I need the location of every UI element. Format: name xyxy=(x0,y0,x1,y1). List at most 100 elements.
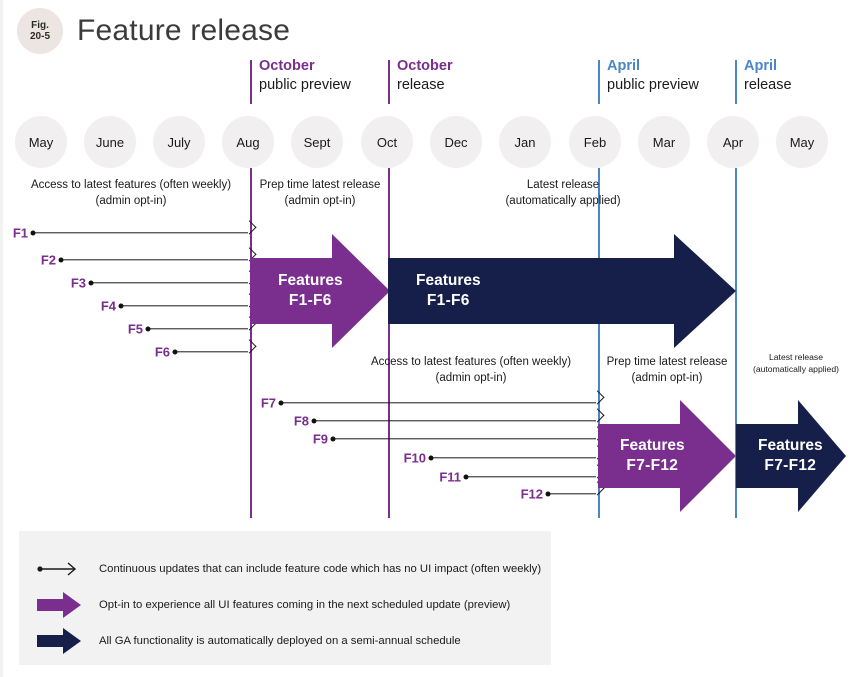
caption-line2: (automatically applied) xyxy=(753,363,839,374)
feature-row-f7: F7 xyxy=(261,390,605,411)
feature-start-dot-icon xyxy=(330,436,336,442)
month-circle-feb-8: Feb xyxy=(569,116,621,168)
cap-band2-prep: Prep time latest release (admin opt-in) xyxy=(604,355,730,386)
caption-line1: Access to latest features (often weekly) xyxy=(370,356,572,368)
caption-line2: (admin opt-in) xyxy=(435,371,507,384)
feature-row-f12: F12 xyxy=(521,481,605,502)
block-arrow-label: Features F7-F12 xyxy=(620,436,685,476)
feature-row-f11: F11 xyxy=(439,464,605,485)
block-arrow-navy-icon xyxy=(37,627,89,655)
milestone-label: October public preview xyxy=(259,57,351,94)
caption-line2: (admin opt-in) xyxy=(284,194,356,207)
feature-start-dot-icon xyxy=(278,400,284,406)
block-arrow-line1: Features xyxy=(758,436,823,454)
caption-line1: Prep time latest release xyxy=(259,179,381,191)
caption-line2: (admin opt-in) xyxy=(631,371,703,384)
feature-arrow-line-icon xyxy=(175,351,248,353)
figure-canvas: Fig. 20-5 Feature release October public … xyxy=(0,0,859,677)
milestone-line2: public preview xyxy=(607,76,699,93)
feature-arrow-line-icon xyxy=(61,259,248,261)
feature-arrow-line-icon xyxy=(333,438,596,440)
month-circle-dec-6: Dec xyxy=(430,116,482,168)
feature-label-f2: F2 xyxy=(40,252,56,268)
feature-arrow-line-icon xyxy=(91,282,248,284)
legend: Continuous updates that can include feat… xyxy=(19,531,551,665)
feature-row-f6: F6 xyxy=(155,339,257,360)
feature-row-f4: F4 xyxy=(101,293,257,314)
feature-start-dot-icon xyxy=(172,349,178,355)
caption-line2: (admin opt-in) xyxy=(95,194,167,207)
page-title: Feature release xyxy=(77,14,291,47)
legend-item-text: Continuous updates that can include feat… xyxy=(99,563,542,575)
milestone-label: October release xyxy=(397,57,453,94)
caption-line1: Latest release xyxy=(769,352,823,362)
feature-start-dot-icon xyxy=(58,257,64,263)
cap-band2-access: Access to latest features (often weekly)… xyxy=(361,355,581,386)
month-circle-may-0: May xyxy=(15,116,67,168)
block-arrow-line2: F7-F12 xyxy=(626,457,679,474)
arrow-release-f7-f12: Features F7-F12 xyxy=(736,400,846,512)
feature-row-f8: F8 xyxy=(294,408,605,429)
feature-label-f9: F9 xyxy=(312,431,328,447)
cap-band1-access: Access to latest features (often weekly)… xyxy=(21,178,241,209)
arrow-preview-f1-f6: Features F1-F6 xyxy=(250,234,390,348)
feature-start-dot-icon xyxy=(118,303,124,309)
block-arrow-line1: Features xyxy=(416,271,481,289)
feature-label-f7: F7 xyxy=(260,395,276,411)
month-circle-june-1: June xyxy=(84,116,136,168)
feature-label-f5: F5 xyxy=(127,321,143,337)
feature-start-dot-icon xyxy=(88,280,94,286)
block-arrow-line2: F7-F12 xyxy=(764,457,817,474)
cap-band1-latest: Latest release (automatically applied) xyxy=(493,178,633,209)
feature-label-f1: F1 xyxy=(12,225,28,241)
milestone-tick-icon xyxy=(735,60,737,104)
figure-number-badge: Fig. 20-5 xyxy=(17,8,63,54)
feature-label-f11: F11 xyxy=(439,469,461,485)
month-circle-mar-9: Mar xyxy=(638,116,690,168)
legend-item-3: All GA functionality is automatically de… xyxy=(19,627,551,655)
feature-start-dot-icon xyxy=(545,491,551,497)
line-arrow-icon xyxy=(37,555,89,583)
month-circle-sept-4: Sept xyxy=(291,116,343,168)
milestone-line2: release xyxy=(397,76,445,93)
milestone-line2: public preview xyxy=(259,76,351,93)
feature-label-f3: F3 xyxy=(70,275,86,291)
feature-arrow-line-icon xyxy=(314,420,596,422)
feature-arrow-line-icon xyxy=(466,476,596,478)
month-circle-may-11: May xyxy=(776,116,828,168)
block-arrow-label: Features F7-F12 xyxy=(758,436,823,476)
milestone-line1: April xyxy=(744,58,778,74)
feature-start-dot-icon xyxy=(428,455,434,461)
milestone-tick-icon xyxy=(250,60,252,104)
month-circle-july-2: July xyxy=(153,116,205,168)
legend-item-text: All GA functionality is automatically de… xyxy=(99,635,461,647)
legend-item-text: Opt-in to experience all UI features com… xyxy=(99,599,511,611)
month-circle-jan-7: Jan xyxy=(499,116,551,168)
block-arrow-line2: F1-F6 xyxy=(426,292,470,309)
feature-row-f5: F5 xyxy=(128,316,257,337)
feature-arrow-line-icon xyxy=(548,493,596,495)
feature-label-f12: F12 xyxy=(520,486,543,502)
block-arrow-line1: Features xyxy=(620,436,685,454)
caption-line1: Prep time latest release xyxy=(606,356,728,368)
block-arrow-label: Features F1-F6 xyxy=(416,271,481,311)
feature-arrow-line-icon xyxy=(33,232,248,234)
cap-band2-latest: Latest release (automatically applied) xyxy=(736,352,856,375)
milestone-label: April release xyxy=(744,57,792,94)
milestone-line1: October xyxy=(397,58,453,74)
milestone-line2: release xyxy=(744,76,792,93)
feature-arrow-line-icon xyxy=(121,305,248,307)
milestone-tick-icon xyxy=(388,60,390,104)
feature-arrow-line-icon xyxy=(281,402,596,404)
feature-row-f3: F3 xyxy=(71,270,257,291)
feature-label-f8: F8 xyxy=(293,413,309,429)
arrow-release-f1-f6: Features F1-F6 xyxy=(388,234,736,348)
feature-arrow-line-icon xyxy=(431,457,596,459)
block-arrow-label: Features F1-F6 xyxy=(278,271,343,311)
feature-start-dot-icon xyxy=(30,230,36,236)
arrow-preview-f7-f12: Features F7-F12 xyxy=(598,400,736,512)
block-arrow-line1: Features xyxy=(278,271,343,289)
feature-start-dot-icon xyxy=(463,474,469,480)
legend-item-2: Opt-in to experience all UI features com… xyxy=(19,591,551,619)
figure-badge-line1: Fig. xyxy=(31,19,49,31)
